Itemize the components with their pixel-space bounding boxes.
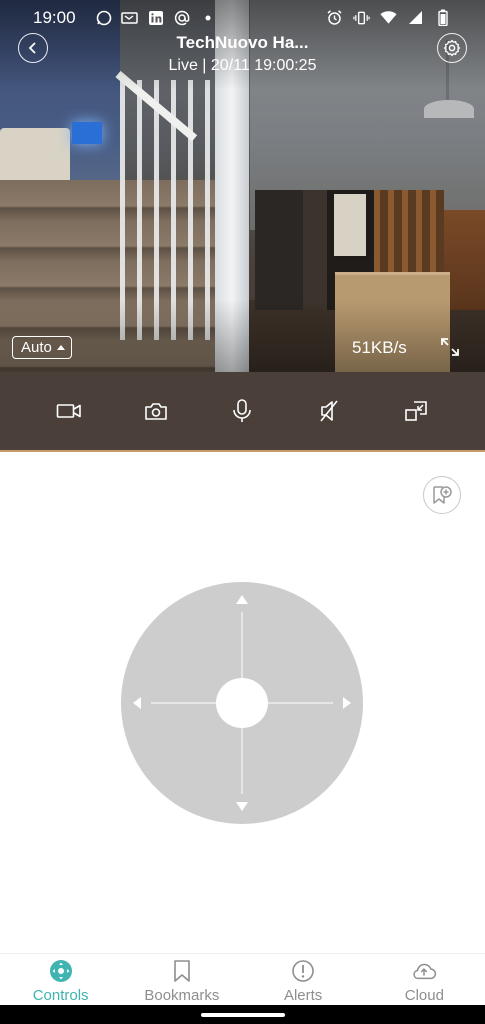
quality-selector[interactable]: Auto	[12, 336, 72, 359]
speaker-muted-icon	[320, 400, 338, 422]
whatsapp-icon	[95, 9, 112, 26]
at-sign-icon	[173, 9, 190, 26]
camera-toolbar	[0, 372, 485, 452]
status-time: 19:00	[33, 8, 76, 27]
minimize-window-icon	[404, 401, 427, 421]
bookmark-add-icon	[433, 486, 452, 504]
alert-icon	[290, 958, 316, 984]
nav-cloud[interactable]: Cloud	[364, 954, 485, 1005]
status-bar: 19:00	[0, 0, 485, 34]
chevron-left-icon	[28, 42, 36, 54]
home-gesture-handle[interactable]	[201, 1013, 285, 1017]
caret-up-icon	[56, 345, 65, 350]
back-button[interactable]	[18, 33, 48, 63]
quality-label: Auto	[21, 339, 52, 356]
bookmark-icon	[169, 958, 195, 984]
fullscreen-button[interactable]	[438, 335, 462, 359]
add-bookmark-button[interactable]	[423, 476, 461, 514]
tilt-up-arrow-icon[interactable]	[236, 595, 248, 604]
wifi-icon	[380, 9, 397, 26]
pan-right-arrow-icon[interactable]	[343, 697, 351, 709]
notification-dot-icon	[199, 9, 216, 26]
expand-icon	[441, 338, 459, 356]
video-camera-icon	[56, 404, 82, 418]
microphone-icon	[233, 399, 252, 422]
camera-icon	[145, 403, 167, 420]
nav-label: Alerts	[283, 987, 323, 1004]
nav-label: Controls	[32, 987, 89, 1004]
system-navigation-bar	[0, 1005, 485, 1024]
snapshot-button[interactable]	[141, 396, 171, 426]
alarm-icon	[326, 9, 343, 26]
talk-button[interactable]	[227, 396, 257, 426]
controls-icon	[48, 958, 74, 984]
bitrate-readout: 51KB/s	[352, 338, 407, 357]
nav-controls[interactable]: Controls	[0, 954, 121, 1005]
cellular-signal-icon	[407, 9, 424, 26]
nav-label: Bookmarks	[144, 987, 220, 1004]
mute-button[interactable]	[314, 396, 344, 426]
live-timestamp: Live | 20/11 19:00:25	[168, 57, 317, 74]
nav-bookmarks[interactable]: Bookmarks	[121, 954, 242, 1005]
bottom-navigation: Controls Bookmarks Alerts Cloud	[0, 953, 485, 1005]
nav-alerts[interactable]: Alerts	[243, 954, 364, 1005]
joystick-knob[interactable]	[216, 678, 268, 728]
linkedin-icon	[147, 9, 164, 26]
video-message-icon	[121, 9, 138, 26]
gear-icon	[443, 39, 461, 57]
tilt-down-arrow-icon[interactable]	[236, 802, 248, 811]
battery-icon	[434, 9, 451, 26]
cloud-upload-icon	[411, 958, 437, 984]
camera-name: TechNuovo Ha...	[176, 33, 309, 52]
nav-label: Cloud	[404, 987, 444, 1004]
record-button[interactable]	[54, 396, 84, 426]
picture-in-picture-button[interactable]	[401, 396, 431, 426]
vibrate-icon	[353, 9, 370, 26]
pan-left-arrow-icon[interactable]	[133, 697, 141, 709]
camera-feed[interactable]	[0, 0, 485, 372]
pan-tilt-joystick[interactable]	[121, 582, 363, 824]
settings-button[interactable]	[437, 33, 467, 63]
